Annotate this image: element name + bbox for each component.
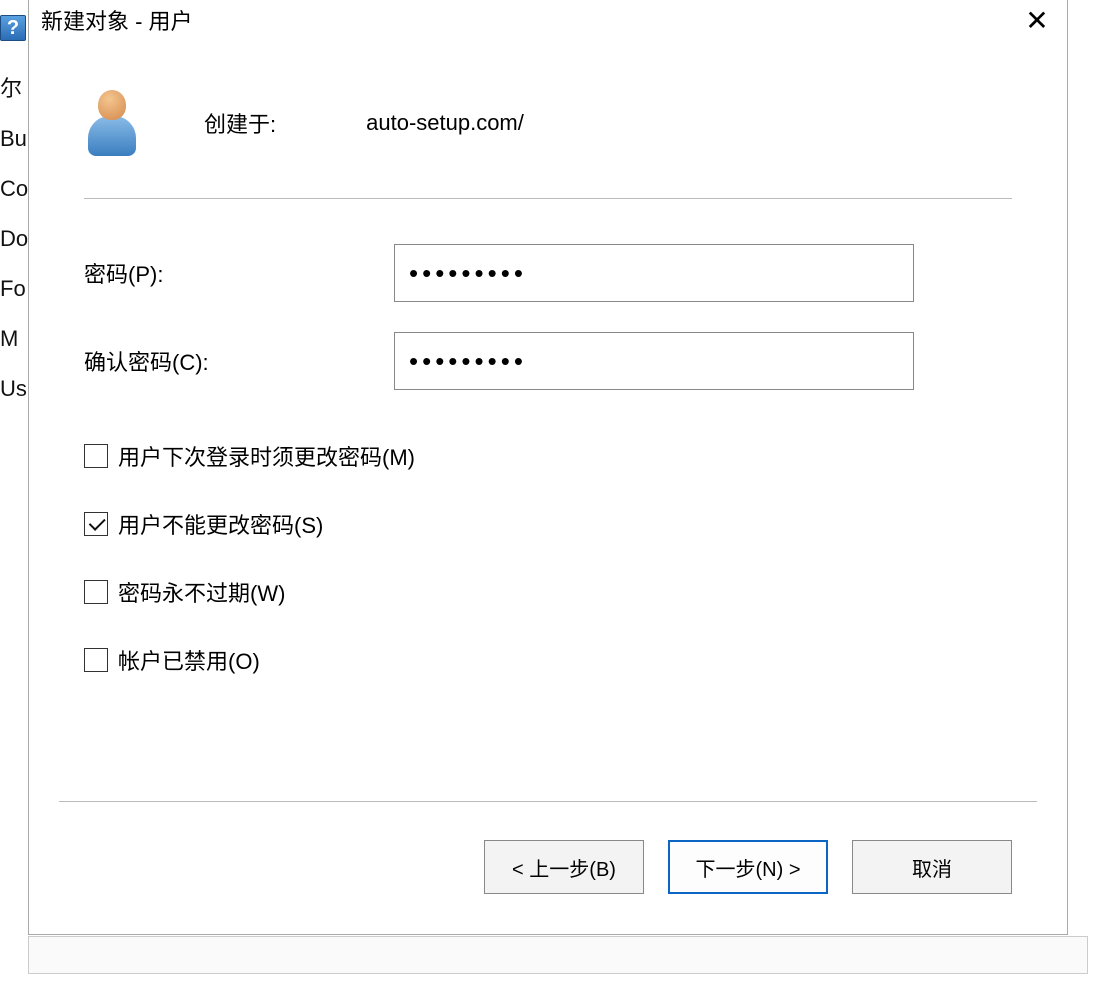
dialog-title: 新建对象 - 用户 — [41, 4, 193, 36]
checkbox-icon — [84, 580, 108, 604]
checkbox-icon — [84, 648, 108, 672]
close-button[interactable]: ✕ — [1017, 4, 1057, 36]
confirm-password-input[interactable] — [394, 332, 914, 390]
checkbox-label: 用户不能更改密码(S) — [118, 508, 323, 540]
checkbox-account-disabled[interactable]: 帐户已禁用(O) — [84, 644, 1012, 676]
confirm-password-label: 确认密码(C): — [84, 345, 394, 377]
checkbox-label: 用户下次登录时须更改密码(M) — [118, 440, 415, 472]
password-label: 密码(P): — [84, 257, 394, 289]
checkbox-label: 帐户已禁用(O) — [118, 644, 260, 676]
created-in-label: 创建于: — [204, 107, 276, 139]
divider — [84, 198, 1012, 199]
user-icon — [84, 88, 144, 158]
checkbox-label: 密码永不过期(W) — [118, 576, 285, 608]
checkbox-must-change-password[interactable]: 用户下次登录时须更改密码(M) — [84, 440, 1012, 472]
checkbox-cannot-change-password[interactable]: 用户不能更改密码(S) — [84, 508, 1012, 540]
footer-divider — [59, 801, 1037, 802]
titlebar: 新建对象 - 用户 ✕ — [29, 0, 1067, 48]
checkbox-password-never-expires[interactable]: 密码永不过期(W) — [84, 576, 1012, 608]
background-panel — [28, 936, 1088, 974]
checkbox-icon — [84, 444, 108, 468]
password-input[interactable] — [394, 244, 914, 302]
created-in-value: auto-setup.com/ — [366, 110, 524, 136]
new-user-dialog: 新建对象 - 用户 ✕ 创建于: auto-setup.com/ 密码(P): … — [28, 0, 1068, 935]
next-button[interactable]: 下一步(N) > — [668, 840, 828, 894]
back-button[interactable]: < 上一步(B) — [484, 840, 644, 894]
help-icon: ? — [0, 15, 26, 41]
cancel-button[interactable]: 取消 — [852, 840, 1012, 894]
checkbox-icon — [84, 512, 108, 536]
background-list: 尔 Bu Co Do Fo M Us — [0, 65, 30, 415]
